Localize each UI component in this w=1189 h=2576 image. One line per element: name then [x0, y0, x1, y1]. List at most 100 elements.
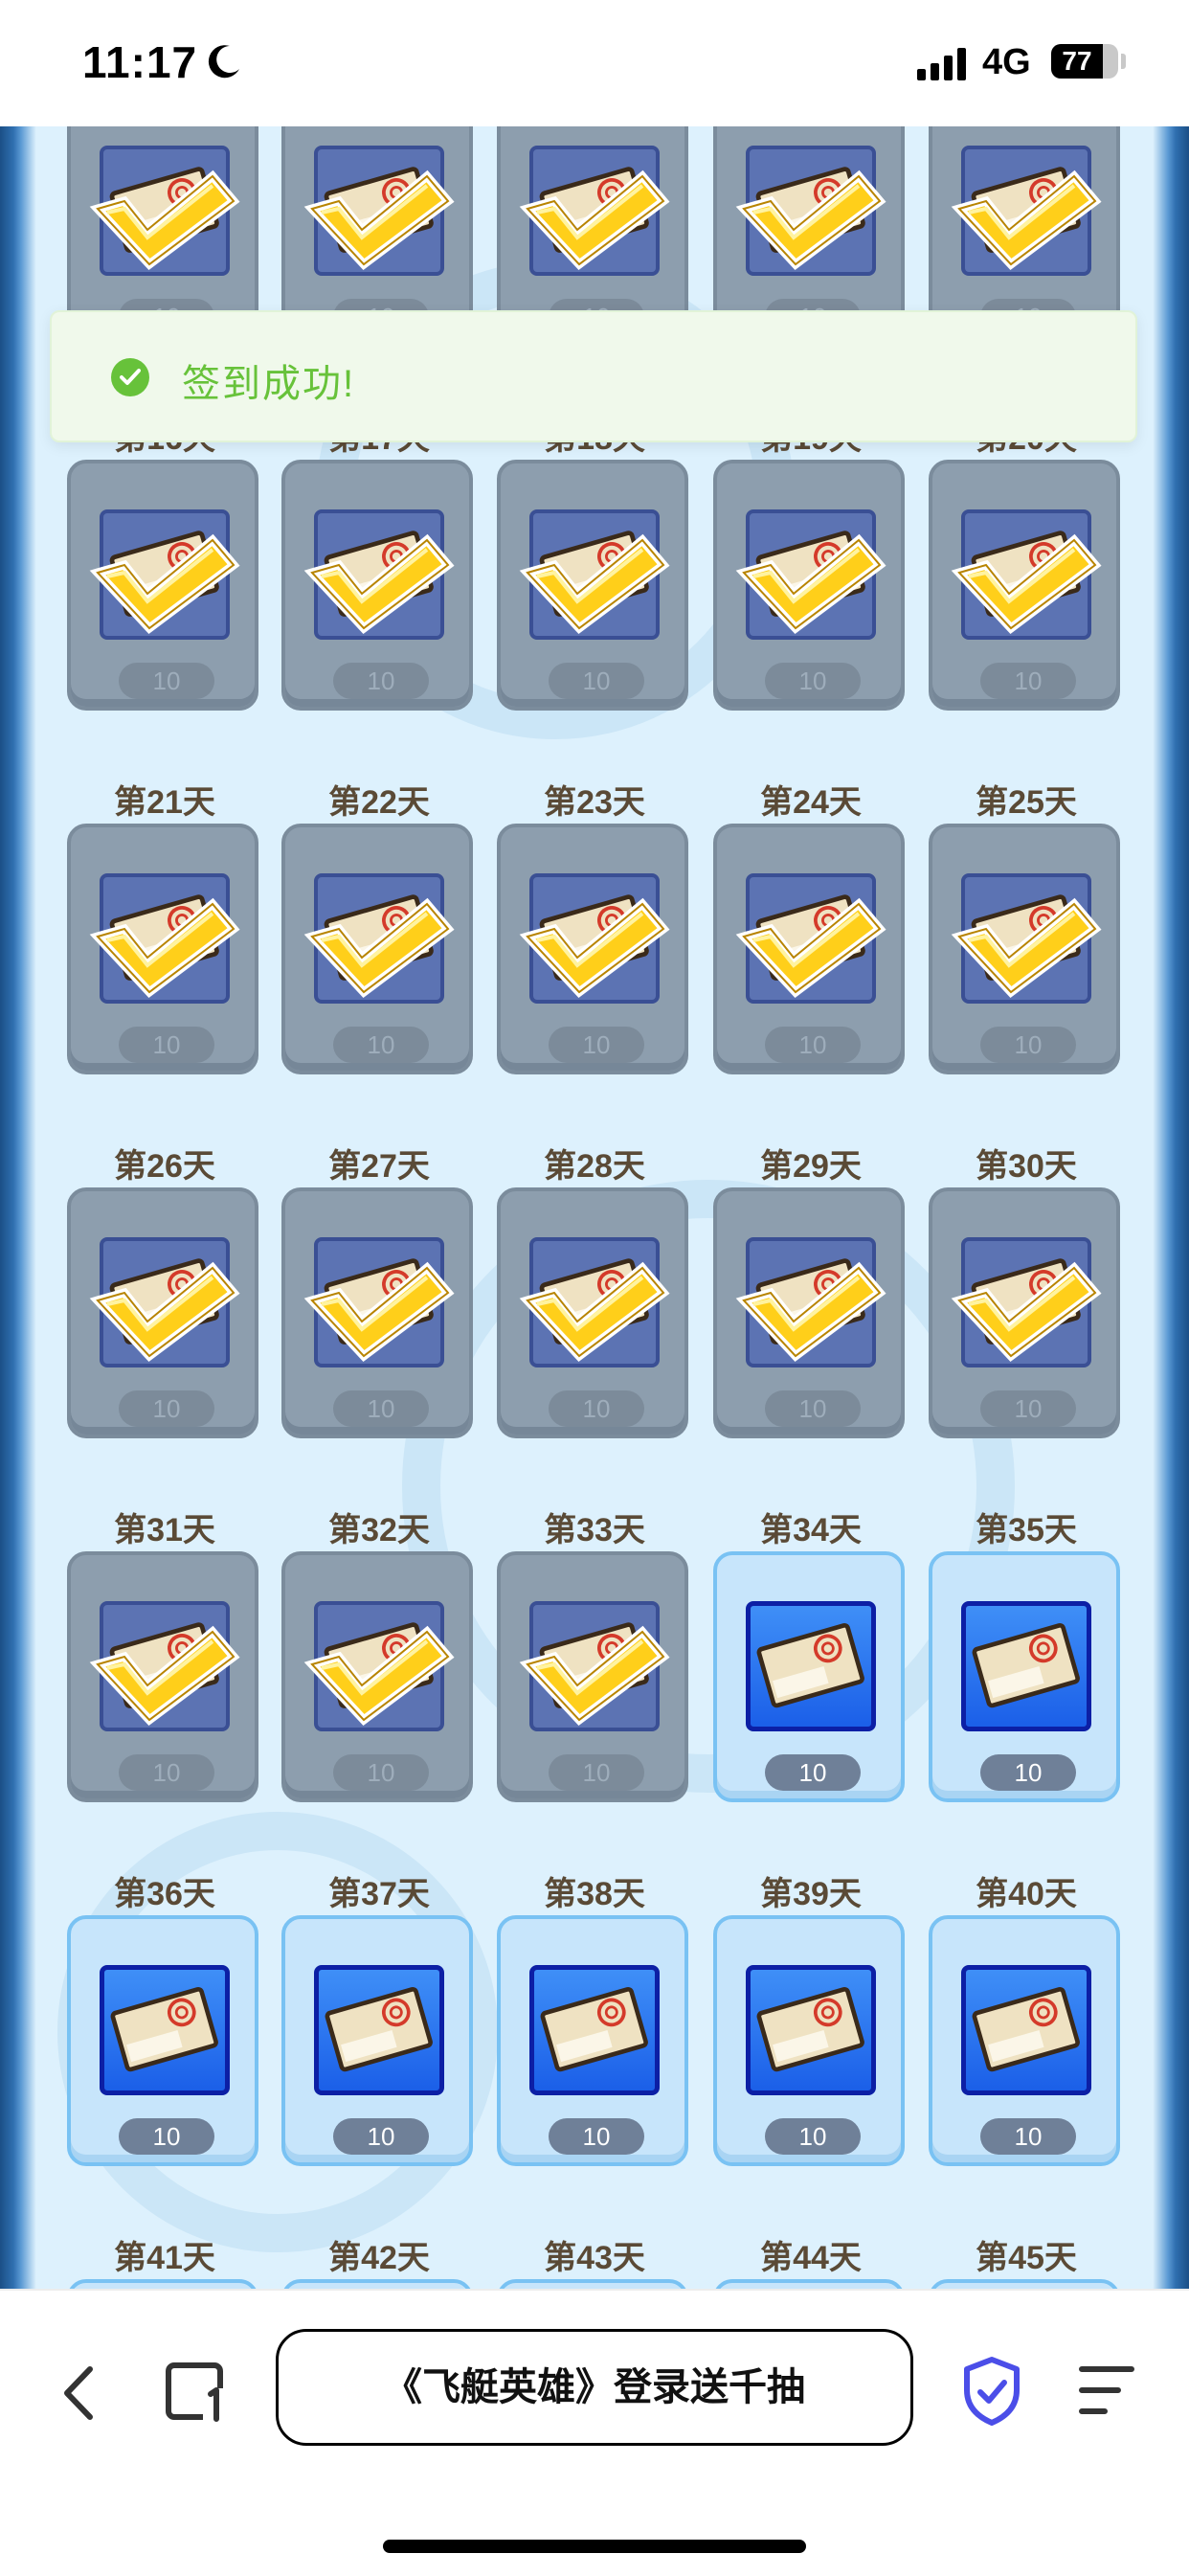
reward-card[interactable] — [929, 2279, 1120, 2289]
reward-count: 10 — [765, 1027, 861, 1063]
toast-message: 签到成功! — [182, 363, 356, 405]
shield-check-icon[interactable] — [961, 2356, 1022, 2427]
day-label: 第43天 — [544, 2240, 645, 2276]
reward-card-claimed[interactable]: 10 — [497, 1551, 688, 1802]
day-label: 第29天 — [760, 1148, 862, 1185]
checkmark-icon — [730, 868, 893, 1002]
battery-tip — [1121, 54, 1126, 69]
day-label: 第33天 — [544, 1512, 645, 1548]
reward-card[interactable]: 10 — [929, 1915, 1120, 2166]
reward-card-claimed[interactable]: 10 — [497, 460, 688, 711]
checkmark-icon — [946, 140, 1109, 274]
reward-card-claimed[interactable]: 10 — [497, 824, 688, 1074]
reward-card[interactable] — [497, 2279, 688, 2289]
lottery-ticket-icon — [529, 1965, 660, 2095]
lottery-ticket-icon — [961, 1601, 1091, 1731]
reward-card[interactable] — [281, 2279, 473, 2289]
lottery-ticket-icon — [100, 1965, 230, 2095]
reward-card-claimed[interactable]: 10 — [67, 460, 258, 711]
checkmark-icon — [946, 868, 1109, 1002]
day-label: 第37天 — [328, 1876, 430, 1912]
day-label: 第41天 — [114, 2240, 215, 2276]
checkmark-icon — [84, 1232, 247, 1366]
lottery-ticket-icon — [961, 1965, 1091, 2095]
checkmark-icon — [84, 868, 247, 1002]
day-label: 第32天 — [328, 1512, 430, 1548]
day-label: 第42天 — [328, 2240, 430, 2276]
checkmark-icon — [730, 504, 893, 638]
chevron-left-icon[interactable] — [56, 2360, 103, 2427]
reward-card[interactable]: 10 — [67, 1915, 258, 2166]
reward-count: 10 — [980, 1027, 1076, 1063]
network-type: 4G — [982, 42, 1031, 82]
reward-card-claimed[interactable]: 10 — [281, 1187, 473, 1438]
reward-count: 10 — [980, 1754, 1076, 1791]
moon-icon — [205, 42, 243, 90]
reward-card[interactable]: 10 — [713, 1915, 905, 2166]
day-label: 第45天 — [976, 2240, 1077, 2276]
reward-count: 10 — [333, 1754, 429, 1791]
day-label: 第31天 — [114, 1512, 215, 1548]
day-label: 第36天 — [114, 1876, 215, 1912]
reward-count: 10 — [980, 1390, 1076, 1427]
reward-card-claimed[interactable]: 10 — [281, 824, 473, 1074]
day-label: 第34天 — [760, 1512, 862, 1548]
reward-card-claimed[interactable]: 10 — [929, 1187, 1120, 1438]
reward-count: 10 — [549, 663, 644, 699]
reward-card[interactable]: 10 — [929, 1551, 1120, 1802]
reward-count: 10 — [333, 1027, 429, 1063]
reward-count: 10 — [333, 2118, 429, 2155]
checkmark-icon — [730, 140, 893, 274]
reward-count: 10 — [549, 2118, 644, 2155]
day-label: 第40天 — [976, 1876, 1077, 1912]
day-label: 第25天 — [976, 784, 1077, 821]
page-title-bar[interactable]: 《飞艇英雄》登录送千抽 — [276, 2329, 913, 2446]
checkmark-icon — [946, 504, 1109, 638]
reward-card[interactable] — [713, 2279, 905, 2289]
reward-card-claimed[interactable]: 10 — [929, 460, 1120, 711]
day-label: 第44天 — [760, 2240, 862, 2276]
reward-count: 10 — [765, 1390, 861, 1427]
day-label: 第26天 — [114, 1148, 215, 1185]
reward-card-claimed[interactable]: 10 — [497, 1187, 688, 1438]
reward-card[interactable]: 10 — [713, 1551, 905, 1802]
reward-count: 10 — [119, 663, 214, 699]
status-bar: 11:17 4G 77 — [0, 0, 1189, 126]
reward-card-claimed[interactable]: 10 — [281, 1551, 473, 1802]
day-label: 第24天 — [760, 784, 862, 821]
reward-count: 10 — [119, 1390, 214, 1427]
browser-bottom-bar: 《飞艇英雄》登录送千抽 — [0, 2289, 1189, 2576]
checkmark-icon — [946, 1232, 1109, 1366]
status-time: 11:17 — [82, 37, 198, 87]
menu-icon[interactable] — [1076, 2363, 1137, 2417]
checkmark-icon — [84, 504, 247, 638]
reward-count: 10 — [980, 663, 1076, 699]
day-label: 第22天 — [328, 784, 430, 821]
day-label: 第38天 — [544, 1876, 645, 1912]
reward-card[interactable] — [67, 2279, 258, 2289]
reward-card[interactable]: 10 — [281, 1915, 473, 2166]
reward-card-claimed[interactable]: 10 — [67, 824, 258, 1074]
reward-card-claimed[interactable]: 10 — [713, 824, 905, 1074]
checkmark-icon — [299, 1595, 461, 1729]
reward-card-claimed[interactable]: 10 — [713, 460, 905, 711]
reward-count: 10 — [765, 663, 861, 699]
reward-card-claimed[interactable]: 10 — [67, 1551, 258, 1802]
reward-card-claimed[interactable]: 10 — [713, 1187, 905, 1438]
checkmark-icon — [299, 1232, 461, 1366]
lottery-ticket-icon — [746, 1601, 876, 1731]
reward-count: 10 — [333, 1390, 429, 1427]
checkmark-icon — [299, 868, 461, 1002]
reward-card-claimed[interactable]: 10 — [281, 460, 473, 711]
tabs-icon[interactable] — [165, 2360, 228, 2423]
reward-count: 10 — [119, 2118, 214, 2155]
reward-card[interactable]: 10 — [497, 1915, 688, 2166]
day-label: 第35天 — [976, 1512, 1077, 1548]
checkmark-icon — [514, 504, 677, 638]
reward-count: 10 — [549, 1027, 644, 1063]
reward-count: 10 — [333, 663, 429, 699]
reward-count: 10 — [765, 1754, 861, 1791]
checkmark-icon — [514, 140, 677, 274]
reward-card-claimed[interactable]: 10 — [67, 1187, 258, 1438]
reward-card-claimed[interactable]: 10 — [929, 824, 1120, 1074]
